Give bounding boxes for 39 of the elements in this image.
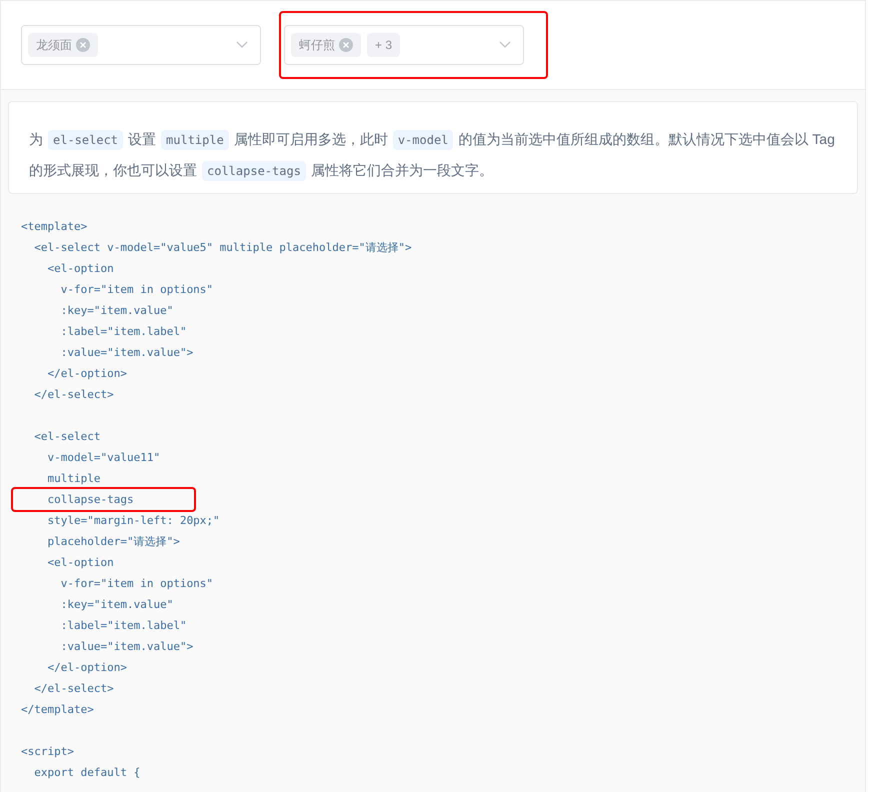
chevron-down-icon	[499, 41, 511, 49]
inline-code: el-select	[48, 130, 124, 150]
code-line: :label="item.label"	[60, 618, 187, 634]
code-line: :value="item.value">	[60, 345, 194, 361]
code-line: v-for="item in options"	[60, 576, 214, 592]
count-tag: + 3	[367, 33, 400, 57]
inline-code: collapse-tags	[202, 161, 306, 181]
description-text: 为 el-select 设置 multiple 属性即可启用多选，此时 v-model 的值为当前选中值所组成的数组。默认情况下选中值会以 Tag	[29, 124, 837, 155]
code-line: <template>	[21, 219, 88, 235]
code-line: v-model="value11"	[46, 450, 160, 466]
chevron-down-icon	[236, 41, 248, 49]
close-icon[interactable]	[339, 38, 353, 52]
code-line: <el-option	[46, 555, 114, 571]
code-line: </template>	[21, 702, 94, 718]
code-line: :key="item.value"	[60, 597, 174, 613]
code-line: v-for="item in options"	[60, 282, 214, 298]
code-line: <el-select v-model="value5" multiple placeholder="请选择">	[33, 240, 412, 256]
code-line: :value="item.value">	[60, 639, 194, 655]
code-line: multiple	[46, 471, 100, 487]
code-line: </el-option>	[46, 366, 127, 382]
code-line: </el-select>	[33, 387, 114, 403]
description-text: 的形式展现，你也可以设置 collapse-tags 属性将它们合并为一段文字。	[29, 155, 837, 186]
code-line: :key="item.value"	[60, 303, 174, 319]
inline-code: multiple	[161, 130, 229, 150]
close-icon[interactable]	[76, 38, 90, 52]
code-line: placeholder="请选择">	[46, 534, 180, 550]
code-line: <el-option	[46, 261, 114, 277]
code-line: :label="item.label"	[60, 324, 187, 340]
code-line: export default {	[33, 765, 140, 781]
code-line: style="margin-left: 20px;"	[46, 513, 220, 529]
code-line: <script>	[21, 744, 74, 760]
multi-select[interactable]: 蚵仔煎 + 3	[284, 25, 524, 65]
select-tag: 蚵仔煎	[291, 33, 361, 57]
inline-code: v-model	[392, 130, 454, 150]
multi-select[interactable]: 龙须面	[21, 25, 261, 65]
code-line: </el-select>	[33, 681, 114, 697]
select-tag: 龙须面	[28, 33, 98, 57]
code-line: <el-select	[33, 429, 100, 445]
code-line: </el-option>	[46, 660, 127, 676]
